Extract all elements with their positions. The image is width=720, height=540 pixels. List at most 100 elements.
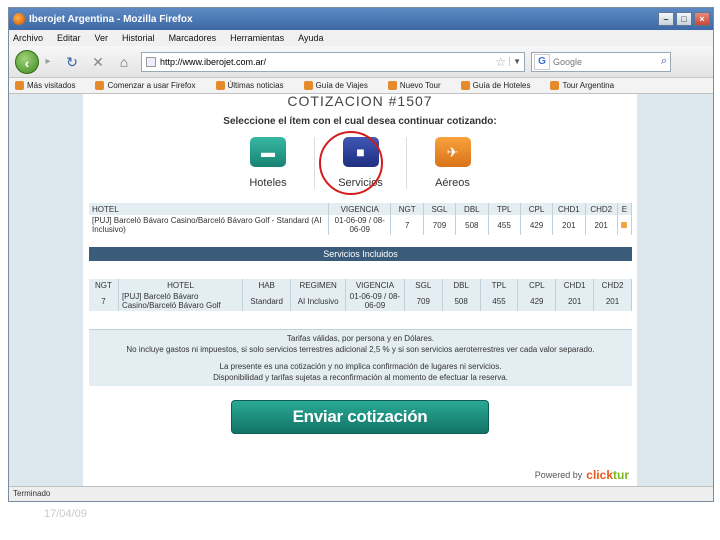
col-tpl: TPL <box>480 279 519 291</box>
services-section-header: Servicios Incluidos <box>89 247 632 261</box>
bookmark-firefox[interactable]: Comenzar a usar Firefox <box>95 81 205 91</box>
col-vigencia: VIGENCIA <box>345 279 405 291</box>
cell-regimen: AI Inclusivo <box>290 291 346 311</box>
window-title: Iberojet Argentina - Mozilla Firefox <box>29 13 193 25</box>
bookmark-most-visited[interactable]: Más visitados <box>15 81 85 91</box>
menu-herramientas[interactable]: Herramientas <box>230 33 284 43</box>
reload-icon[interactable]: ↻ <box>63 53 81 71</box>
col-dbl: DBL <box>455 203 489 215</box>
google-icon[interactable]: G <box>534 53 550 70</box>
table-header-row: NGT HOTEL HAB REGIMEN VIGENCIA SGL DBL T… <box>89 279 632 291</box>
browser-window: Iberojet Argentina - Mozilla Firefox – □… <box>8 7 714 502</box>
hotel-icon[interactable]: ▬ <box>250 137 286 167</box>
cell-sgl: 709 <box>404 291 443 311</box>
minimize-button[interactable]: – <box>658 12 674 26</box>
cell-hab: Standard <box>242 291 292 311</box>
bookmark-icon <box>15 81 24 91</box>
table-header-row: HOTEL VIGENCIA NGT SGL DBL TPL CPL CHD1 … <box>89 203 633 215</box>
bookmark-star-icon[interactable]: ☆ <box>495 55 506 69</box>
send-quote-button[interactable]: Enviar cotización <box>231 400 489 434</box>
menu-ver[interactable]: Ver <box>95 33 109 43</box>
choice-label[interactable]: Aéreos <box>407 177 498 189</box>
menu-historial[interactable]: Historial <box>122 33 155 43</box>
cell-chd2: 201 <box>585 215 618 235</box>
col-vigencia: VIGENCIA <box>328 203 392 215</box>
url-dropdown-icon[interactable]: ▼ <box>509 57 524 66</box>
page-viewport: COTIZACION #1507 Seleccione el ítem con … <box>9 94 713 486</box>
col-chd2: CHD2 <box>593 279 632 291</box>
bookmark-news[interactable]: Últimas noticias <box>215 81 294 91</box>
stop-icon[interactable]: ✕ <box>89 53 107 71</box>
back-button[interactable]: ‹ <box>15 49 39 74</box>
col-dbl: DBL <box>442 279 481 291</box>
bookmark-icon <box>215 81 225 91</box>
choice-aereos[interactable]: ✈ Aéreos <box>406 137 498 189</box>
col-chd1: CHD1 <box>552 203 586 215</box>
powered-by: Powered by clicktur <box>535 468 629 482</box>
menu-marcadores[interactable]: Marcadores <box>169 33 217 43</box>
cell-vigencia: 01-06-09 / 08-06-09 <box>328 215 392 235</box>
table-row[interactable]: [PUJ] Barceló Bávaro Casino/Barceló Báva… <box>89 215 633 235</box>
navigation-toolbar: ‹ ▸ ↻ ✕ ⌂ http://www.iberojet.com.ar/ ☆ … <box>9 46 713 78</box>
close-button[interactable]: × <box>694 12 710 26</box>
search-icon[interactable]: ⌕ <box>661 55 667 68</box>
cell-dbl: 508 <box>455 215 489 235</box>
search-placeholder[interactable]: Google <box>553 57 582 67</box>
col-tpl: TPL <box>488 203 521 215</box>
bookmark-tour[interactable]: Nuevo Tour <box>387 81 451 91</box>
url-text[interactable]: http://www.iberojet.com.ar/ <box>160 57 266 67</box>
page-title: COTIZACION #1507 <box>287 94 433 109</box>
choice-servicios[interactable]: ■ Servicios <box>314 131 406 195</box>
cell-hotel: [PUJ] Barceló Bávaro Casino/Barceló Báva… <box>118 291 243 311</box>
maximize-button[interactable]: □ <box>676 12 692 26</box>
cell-ngt: 7 <box>89 291 119 311</box>
table-row[interactable]: 7 [PUJ] Barceló Bávaro Casino/Barceló Bá… <box>89 291 632 311</box>
airplane-icon[interactable]: ✈ <box>434 137 471 167</box>
bookmark-icon <box>387 81 397 91</box>
bookmark-travel[interactable]: Guía de Viajes <box>303 81 378 91</box>
note-line: Disponibilidad y tarifas sujetas a recon… <box>213 373 508 382</box>
note-line: La presente es una cotización y no impli… <box>219 362 502 371</box>
bookmarks-toolbar: Más visitados Comenzar a usar Firefox Úl… <box>9 78 713 94</box>
cell-e[interactable] <box>617 215 633 235</box>
bookmark-icon <box>550 81 560 91</box>
choice-hoteles[interactable]: ▬ Hoteles <box>222 137 314 189</box>
col-sgl: SGL <box>404 279 443 291</box>
slide-date: 17/04/09 <box>44 508 87 520</box>
col-chd2: CHD2 <box>585 203 618 215</box>
menu-ayuda[interactable]: Ayuda <box>298 33 323 43</box>
edit-icon[interactable] <box>621 221 628 228</box>
choice-label[interactable]: Hoteles <box>222 177 314 189</box>
favicon-icon <box>146 56 156 67</box>
highlight-circle <box>319 131 383 195</box>
cell-ngt: 7 <box>390 215 424 235</box>
cell-sgl: 709 <box>423 215 457 235</box>
bookmark-argentina[interactable]: Tour Argentina <box>550 81 624 91</box>
col-hab: HAB <box>242 279 292 291</box>
col-cpl: CPL <box>517 279 557 291</box>
menu-archivo[interactable]: Archivo <box>13 33 43 43</box>
clicktur-logo[interactable]: clicktur <box>586 468 629 482</box>
quote-page: COTIZACION #1507 Seleccione el ítem con … <box>83 94 637 486</box>
search-box[interactable]: G Google ⌕ <box>531 51 671 72</box>
item-choices: ▬ Hoteles ■ Servicios ✈ Aéreos <box>83 131 637 195</box>
powered-label: Powered by <box>534 470 583 480</box>
col-hotel: HOTEL <box>118 279 243 291</box>
menu-editar[interactable]: Editar <box>57 33 81 43</box>
bookmark-icon <box>95 81 105 91</box>
bookmark-hotels[interactable]: Guía de Hoteles <box>460 81 541 91</box>
col-cpl: CPL <box>520 203 554 215</box>
services-table: NGT HOTEL HAB REGIMEN VIGENCIA SGL DBL T… <box>89 279 632 311</box>
address-bar[interactable]: http://www.iberojet.com.ar/ ☆ ▼ <box>141 51 525 72</box>
forward-button[interactable]: ▸ <box>41 53 55 71</box>
menu-bar: Archivo Editar Ver Historial Marcadores … <box>9 30 713 46</box>
hotel-table: HOTEL VIGENCIA NGT SGL DBL TPL CPL CHD1 … <box>89 203 633 235</box>
cell-chd2: 201 <box>593 291 632 311</box>
col-hotel: HOTEL <box>89 203 329 215</box>
cell-dbl: 508 <box>442 291 481 311</box>
col-chd1: CHD1 <box>555 279 595 291</box>
col-ngt: NGT <box>390 203 424 215</box>
home-icon[interactable]: ⌂ <box>115 53 133 71</box>
cell-chd1: 201 <box>552 215 586 235</box>
cell-hotel: [PUJ] Barceló Bávaro Casino/Barceló Báva… <box>89 215 329 235</box>
